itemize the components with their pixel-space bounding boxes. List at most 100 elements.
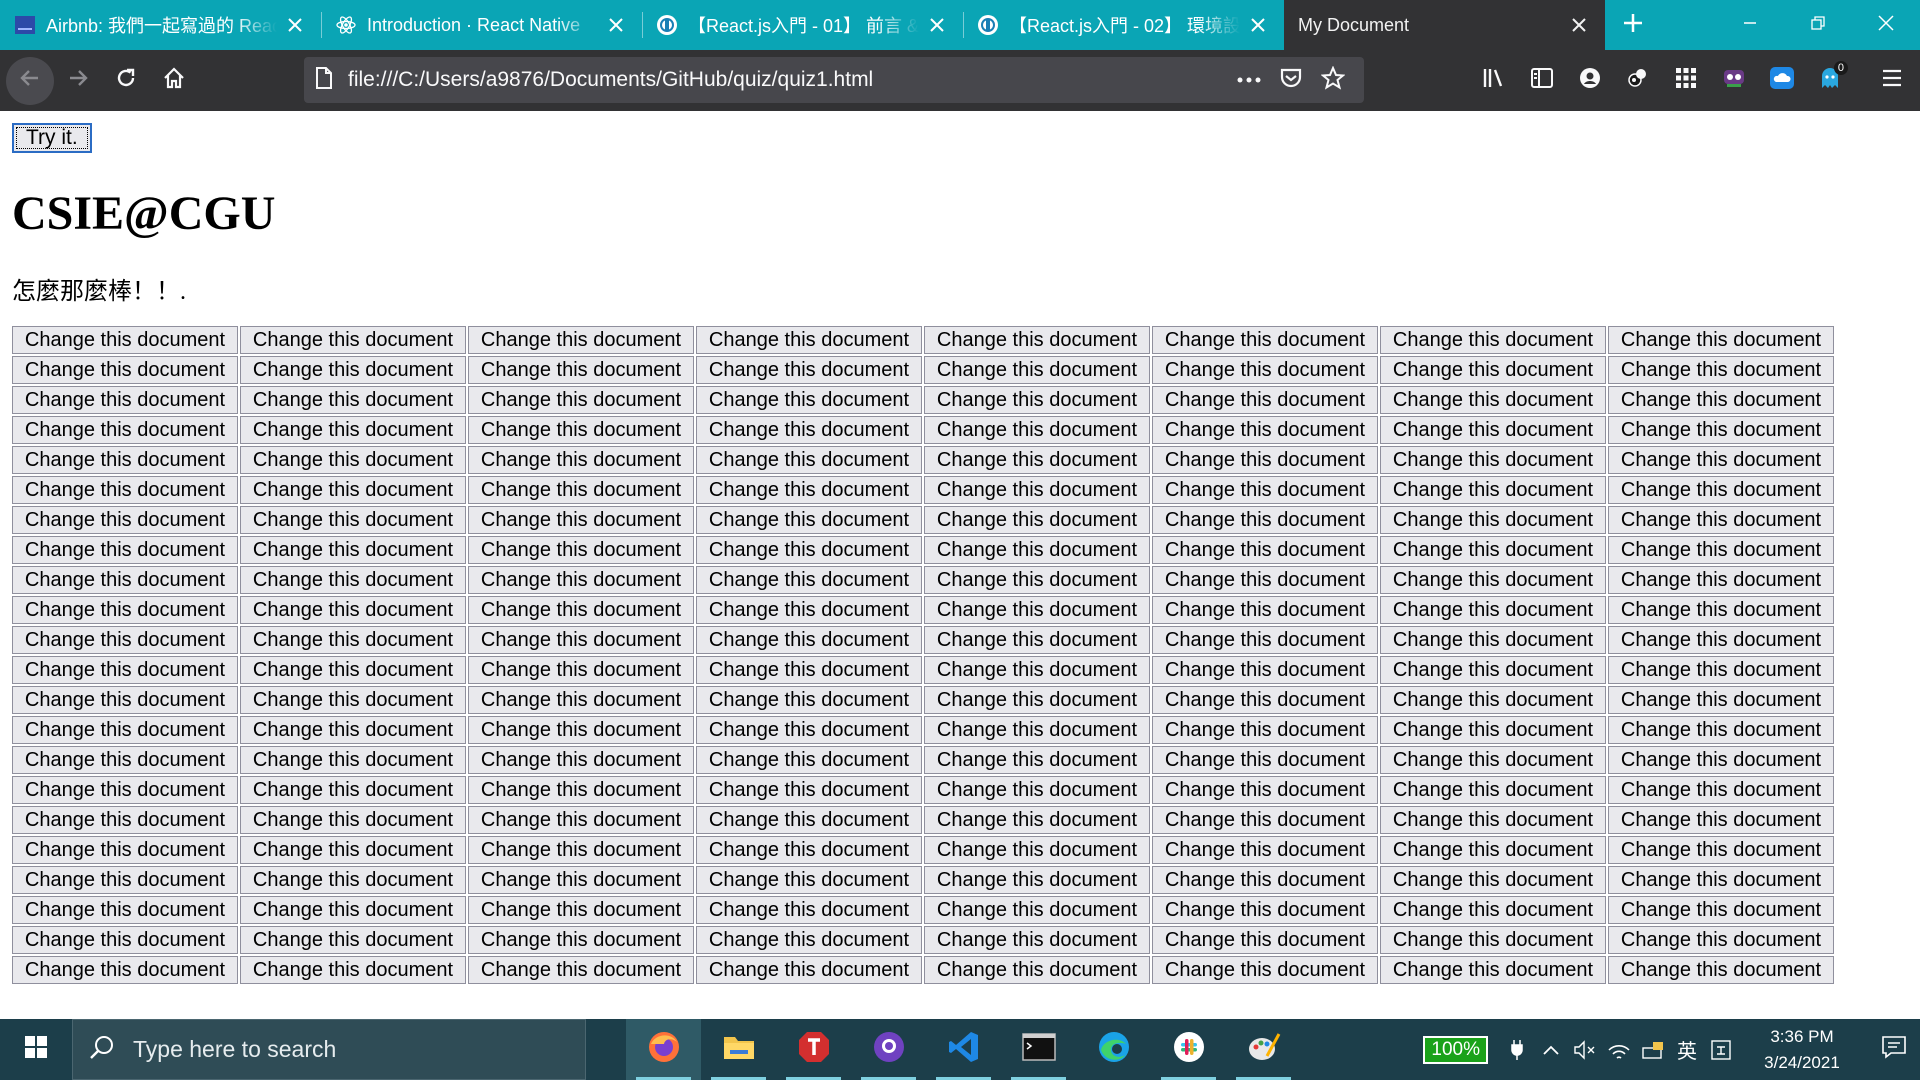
change-document-button[interactable]: Change this document xyxy=(696,956,922,984)
change-document-button[interactable]: Change this document xyxy=(696,686,922,714)
change-document-button[interactable]: Change this document xyxy=(1608,416,1834,444)
account-button[interactable] xyxy=(1566,57,1614,105)
change-document-button[interactable]: Change this document xyxy=(1380,626,1606,654)
change-document-button[interactable]: Change this document xyxy=(696,536,922,564)
taskbar-firefox[interactable] xyxy=(626,1019,701,1080)
change-document-button[interactable]: Change this document xyxy=(1380,326,1606,354)
wifi-icon[interactable] xyxy=(1602,1030,1636,1070)
change-document-button[interactable]: Change this document xyxy=(1152,776,1378,804)
taskbar-search-box[interactable]: Type here to search xyxy=(72,1019,586,1080)
change-document-button[interactable]: Change this document xyxy=(12,896,238,924)
change-document-button[interactable]: Change this document xyxy=(1608,506,1834,534)
menu-button[interactable] xyxy=(1868,56,1916,104)
change-document-button[interactable]: Change this document xyxy=(240,776,466,804)
taskbar-vscode[interactable] xyxy=(926,1019,1001,1080)
change-document-button[interactable]: Change this document xyxy=(240,566,466,594)
change-document-button[interactable]: Change this document xyxy=(1152,866,1378,894)
change-document-button[interactable]: Change this document xyxy=(1152,656,1378,684)
change-document-button[interactable]: Change this document xyxy=(1380,686,1606,714)
change-document-button[interactable]: Change this document xyxy=(1608,536,1834,564)
change-document-button[interactable]: Change this document xyxy=(468,326,694,354)
change-document-button[interactable]: Change this document xyxy=(468,776,694,804)
change-document-button[interactable]: Change this document xyxy=(696,656,922,684)
change-document-button[interactable]: Change this document xyxy=(240,416,466,444)
taskbar-terminal[interactable] xyxy=(1001,1019,1076,1080)
tab-airbnb[interactable]: Airbnb: 我們一起寫過的 React xyxy=(0,0,321,50)
change-document-button[interactable]: Change this document xyxy=(1608,686,1834,714)
close-icon[interactable] xyxy=(1567,13,1591,37)
change-document-button[interactable]: Change this document xyxy=(1380,956,1606,984)
address-bar[interactable]: file:///C:/Users/a9876/Documents/GitHub/… xyxy=(304,57,1364,103)
change-document-button[interactable]: Change this document xyxy=(1380,896,1606,924)
change-document-button[interactable]: Change this document xyxy=(1380,656,1606,684)
change-document-button[interactable]: Change this document xyxy=(1608,356,1834,384)
change-document-button[interactable]: Change this document xyxy=(696,386,922,414)
change-document-button[interactable]: Change this document xyxy=(1608,746,1834,774)
reload-button[interactable] xyxy=(102,57,150,105)
taskbar-file-explorer[interactable] xyxy=(701,1019,776,1080)
change-document-button[interactable]: Change this document xyxy=(1608,326,1834,354)
url-text[interactable]: file:///C:/Users/a9876/Documents/GitHub/… xyxy=(348,68,1228,92)
change-document-button[interactable]: Change this document xyxy=(1608,896,1834,924)
change-document-button[interactable]: Change this document xyxy=(12,506,238,534)
change-document-button[interactable]: Change this document xyxy=(468,716,694,744)
change-document-button[interactable]: Change this document xyxy=(1380,836,1606,864)
change-document-button[interactable]: Change this document xyxy=(468,596,694,624)
change-document-button[interactable]: Change this document xyxy=(1152,596,1378,624)
page-actions-button[interactable] xyxy=(1228,60,1270,100)
change-document-button[interactable]: Change this document xyxy=(12,476,238,504)
change-document-button[interactable]: Change this document xyxy=(1608,626,1834,654)
change-document-button[interactable]: Change this document xyxy=(468,956,694,984)
change-document-button[interactable]: Change this document xyxy=(1380,386,1606,414)
change-document-button[interactable]: Change this document xyxy=(924,626,1150,654)
change-document-button[interactable]: Change this document xyxy=(696,476,922,504)
change-document-button[interactable]: Change this document xyxy=(468,446,694,474)
change-document-button[interactable]: Change this document xyxy=(1608,776,1834,804)
change-document-button[interactable]: Change this document xyxy=(1380,866,1606,894)
change-document-button[interactable]: Change this document xyxy=(12,326,238,354)
change-document-button[interactable]: Change this document xyxy=(240,896,466,924)
change-document-button[interactable]: Change this document xyxy=(1608,446,1834,474)
mask-extension-button[interactable] xyxy=(1710,57,1758,105)
change-document-button[interactable]: Change this document xyxy=(1152,746,1378,774)
change-document-button[interactable]: Change this document xyxy=(1152,956,1378,984)
change-document-button[interactable]: Change this document xyxy=(924,656,1150,684)
change-document-button[interactable]: Change this document xyxy=(924,896,1150,924)
sidebar-button[interactable] xyxy=(1518,57,1566,105)
change-document-button[interactable]: Change this document xyxy=(1380,536,1606,564)
change-document-button[interactable]: Change this document xyxy=(696,746,922,774)
back-button[interactable] xyxy=(6,56,54,105)
change-document-button[interactable]: Change this document xyxy=(924,326,1150,354)
taskbar-slack[interactable] xyxy=(1151,1019,1226,1080)
close-icon[interactable] xyxy=(1246,13,1270,37)
change-document-button[interactable]: Change this document xyxy=(924,746,1150,774)
change-document-button[interactable]: Change this document xyxy=(240,926,466,954)
change-document-button[interactable]: Change this document xyxy=(924,926,1150,954)
apps-grid-button[interactable] xyxy=(1662,57,1710,105)
change-document-button[interactable]: Change this document xyxy=(12,626,238,654)
new-tab-button[interactable] xyxy=(1605,0,1661,50)
change-document-button[interactable]: Change this document xyxy=(240,656,466,684)
change-document-button[interactable]: Change this document xyxy=(240,536,466,564)
home-button[interactable] xyxy=(150,57,198,105)
change-document-button[interactable]: Change this document xyxy=(12,776,238,804)
change-document-button[interactable]: Change this document xyxy=(1152,416,1378,444)
change-document-button[interactable]: Change this document xyxy=(12,836,238,864)
change-document-button[interactable]: Change this document xyxy=(1608,476,1834,504)
change-document-button[interactable]: Change this document xyxy=(468,626,694,654)
change-document-button[interactable]: Change this document xyxy=(696,596,922,624)
bookmark-star-button[interactable] xyxy=(1312,60,1354,100)
change-document-button[interactable]: Change this document xyxy=(1380,416,1606,444)
change-document-button[interactable]: Change this document xyxy=(1152,926,1378,954)
extension-puzzle-button[interactable] xyxy=(1614,57,1662,105)
change-document-button[interactable]: Change this document xyxy=(240,356,466,384)
change-document-button[interactable]: Change this document xyxy=(1380,596,1606,624)
change-document-button[interactable]: Change this document xyxy=(696,926,922,954)
change-document-button[interactable]: Change this document xyxy=(696,716,922,744)
change-document-button[interactable]: Change this document xyxy=(924,776,1150,804)
change-document-button[interactable]: Change this document xyxy=(12,416,238,444)
minimize-button[interactable] xyxy=(1716,0,1784,50)
change-document-button[interactable]: Change this document xyxy=(696,326,922,354)
change-document-button[interactable]: Change this document xyxy=(1380,716,1606,744)
change-document-button[interactable]: Change this document xyxy=(240,506,466,534)
